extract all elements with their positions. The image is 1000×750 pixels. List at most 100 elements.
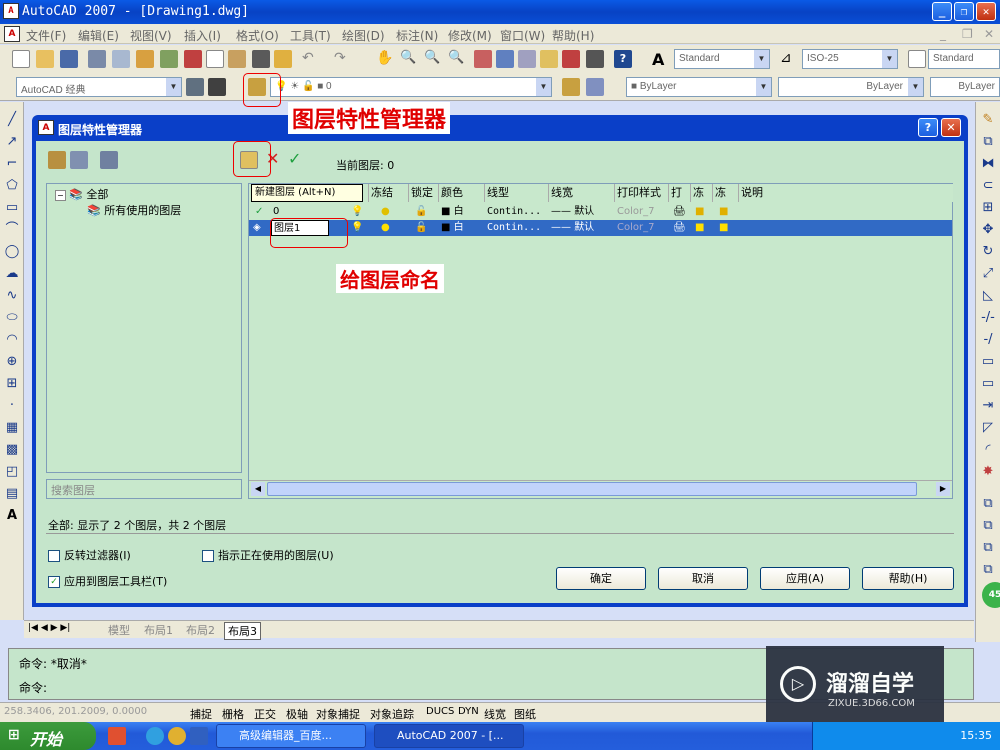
quicklaunch-icon-1[interactable] — [108, 727, 126, 745]
toggle-ducs[interactable]: DUCS — [426, 706, 454, 717]
construction-line-icon[interactable]: ↗ — [4, 134, 20, 150]
col-new-vp-freeze[interactable]: 冻 — [713, 184, 739, 202]
new-vp-freeze-icon[interactable]: ■ — [719, 204, 728, 220]
break-at-point-icon[interactable]: ▭ — [980, 354, 996, 370]
color-select[interactable]: ■ ByLayer ▼ — [626, 77, 772, 97]
search-layers-input[interactable]: 搜索图层 — [46, 479, 242, 499]
toggle-otrack[interactable]: 对象追踪 — [370, 706, 414, 722]
vp-freeze-icon[interactable]: ■ — [695, 204, 704, 220]
match-properties-icon[interactable] — [252, 50, 270, 68]
spline-icon[interactable]: ∿ — [4, 288, 20, 304]
col-lock[interactable]: 锁定 — [409, 184, 439, 202]
apply-to-toolbar-checkbox[interactable]: ✓ 应用到图层工具栏(T) — [48, 573, 167, 589]
lineweight-select[interactable]: ByLayer — [930, 77, 1000, 97]
start-button[interactable]: ⊞ 开始 — [0, 722, 96, 750]
design-center-icon[interactable] — [496, 50, 514, 68]
dim-style-select[interactable]: ISO-25 ▼ — [802, 49, 898, 69]
linetype-select[interactable]: ByLayer ▼ — [778, 77, 924, 97]
table-icon[interactable]: ▤ — [4, 486, 20, 502]
properties-icon[interactable] — [474, 50, 492, 68]
move-icon[interactable]: ✥ — [980, 222, 996, 238]
minimize-button[interactable]: _ — [932, 2, 952, 21]
toggle-snap[interactable]: 捕捉 — [190, 706, 212, 722]
circle-icon[interactable]: ◯ — [4, 244, 20, 260]
make-object-layer-current-icon[interactable] — [562, 78, 580, 96]
explode-icon[interactable]: ✸ — [980, 464, 996, 480]
cancel-button[interactable]: 取消 — [658, 567, 748, 590]
menu-tools[interactable]: 工具(T) — [290, 27, 331, 44]
autocad-app-icon[interactable]: A — [3, 3, 19, 19]
scroll-thumb[interactable] — [267, 482, 917, 496]
calculator-icon[interactable] — [586, 50, 604, 68]
layer-lineweight[interactable]: —— 默认 — [551, 220, 594, 236]
save-icon[interactable] — [60, 50, 78, 68]
join-icon[interactable]: ⇥ — [980, 398, 996, 414]
menu-edit[interactable]: 编辑(E) — [78, 27, 119, 44]
send-back-icon[interactable]: ⧉ — [980, 540, 996, 556]
table-row-selected[interactable]: ◈ 图层1 💡 ● 🔓 ■ 白 Contin... —— 默认 Color_7 … — [249, 220, 952, 236]
col-vp-freeze[interactable]: 冻 — [691, 184, 713, 202]
table-row[interactable]: ✓ 0 💡 ● 🔓 ■ 白 Contin... —— 默认 Color_7 🖨 … — [249, 204, 952, 220]
plot-printer-icon[interactable]: 🖨 — [673, 204, 686, 220]
tab-layout1[interactable]: 布局1 — [144, 622, 173, 638]
unlock-icon[interactable]: 🔓 — [415, 220, 427, 236]
new-group-filter-icon[interactable] — [70, 151, 88, 169]
new-icon[interactable] — [12, 50, 30, 68]
new-property-filter-icon[interactable] — [48, 151, 66, 169]
multiline-text-icon[interactable]: A — [4, 508, 20, 524]
offset-icon[interactable]: ⊂ — [980, 178, 996, 194]
col-plot[interactable]: 打 — [669, 184, 691, 202]
fillet-icon[interactable]: ◜ — [980, 442, 996, 458]
table-style-select[interactable]: Standard — [928, 49, 1000, 69]
bring-above-icon[interactable]: ⧉ — [980, 562, 996, 578]
tab-layout2[interactable]: 布局2 — [186, 622, 215, 638]
undo-icon[interactable]: ↶ — [302, 50, 320, 68]
trim-icon[interactable]: -/- — [980, 310, 996, 326]
block-editor-icon[interactable] — [274, 50, 292, 68]
insert-block-icon[interactable]: ⊕ — [4, 354, 20, 370]
copy-object-icon[interactable]: ⧉ — [980, 134, 996, 150]
hatch-icon[interactable]: ▦ — [4, 420, 20, 436]
cut-icon[interactable] — [184, 50, 202, 68]
extend-icon[interactable]: -/ — [980, 332, 996, 348]
dim-style-icon[interactable]: ⊿ — [780, 50, 798, 68]
plot-preview-icon[interactable] — [112, 50, 130, 68]
layer-lineweight[interactable]: —— 默认 — [551, 204, 594, 220]
erase-icon[interactable]: ✎ — [980, 112, 996, 128]
toggle-grid[interactable]: 栅格 — [222, 706, 244, 722]
menu-draw[interactable]: 绘图(D) — [342, 27, 385, 44]
copy-icon[interactable] — [206, 50, 224, 68]
close-button[interactable]: ✕ — [976, 2, 996, 21]
new-vp-freeze-icon[interactable]: ■ — [719, 220, 728, 236]
toggle-dyn[interactable]: DYN — [458, 706, 479, 717]
scale-icon[interactable]: ⤢ — [980, 266, 996, 282]
tree-item-used-layers[interactable]: 📚 所有使用的图层 — [87, 202, 181, 218]
layer-linetype[interactable]: Contin... — [487, 220, 541, 236]
dialog-help-button[interactable]: ? — [918, 118, 938, 137]
ok-button[interactable]: 确定 — [556, 567, 646, 590]
tab-model[interactable]: 模型 — [108, 622, 130, 638]
text-style-select[interactable]: Standard ▼ — [674, 49, 770, 69]
tab-nav-icons[interactable]: |◀ ◀ ▶ ▶| — [28, 623, 70, 633]
draw-order-icon[interactable]: ⧉ — [980, 496, 996, 512]
polygon-icon[interactable]: ⬠ — [4, 178, 20, 194]
layer-previous-icon[interactable] — [586, 78, 604, 96]
rotate-icon[interactable]: ↻ — [980, 244, 996, 260]
layer-color[interactable]: ■ 白 — [441, 220, 464, 236]
toggle-paper[interactable]: 图纸 — [514, 706, 536, 722]
collapse-icon[interactable]: − — [55, 190, 66, 201]
menu-format[interactable]: 格式(O) — [236, 27, 279, 44]
gradient-icon[interactable]: ▩ — [4, 442, 20, 458]
col-description[interactable]: 说明 — [739, 184, 953, 202]
toggle-polar[interactable]: 极轴 — [286, 706, 308, 722]
dialog-close-button[interactable]: ✕ — [941, 118, 961, 137]
task-autocad[interactable]: AutoCAD 2007 - [... — [374, 724, 524, 748]
line-icon[interactable]: ╱ — [4, 112, 20, 128]
array-icon[interactable]: ⊞ — [980, 200, 996, 216]
bring-front-icon[interactable]: ⧉ — [980, 518, 996, 534]
zoom-window-icon[interactable]: 🔍 — [424, 50, 442, 68]
zoom-previous-icon[interactable]: 🔍 — [448, 50, 466, 68]
workspace-select[interactable]: AutoCAD 经典 ▼ — [16, 77, 182, 97]
help-button[interactable]: 帮助(H) — [862, 567, 954, 590]
horizontal-scrollbar[interactable]: ◀ ▶ — [249, 480, 952, 498]
